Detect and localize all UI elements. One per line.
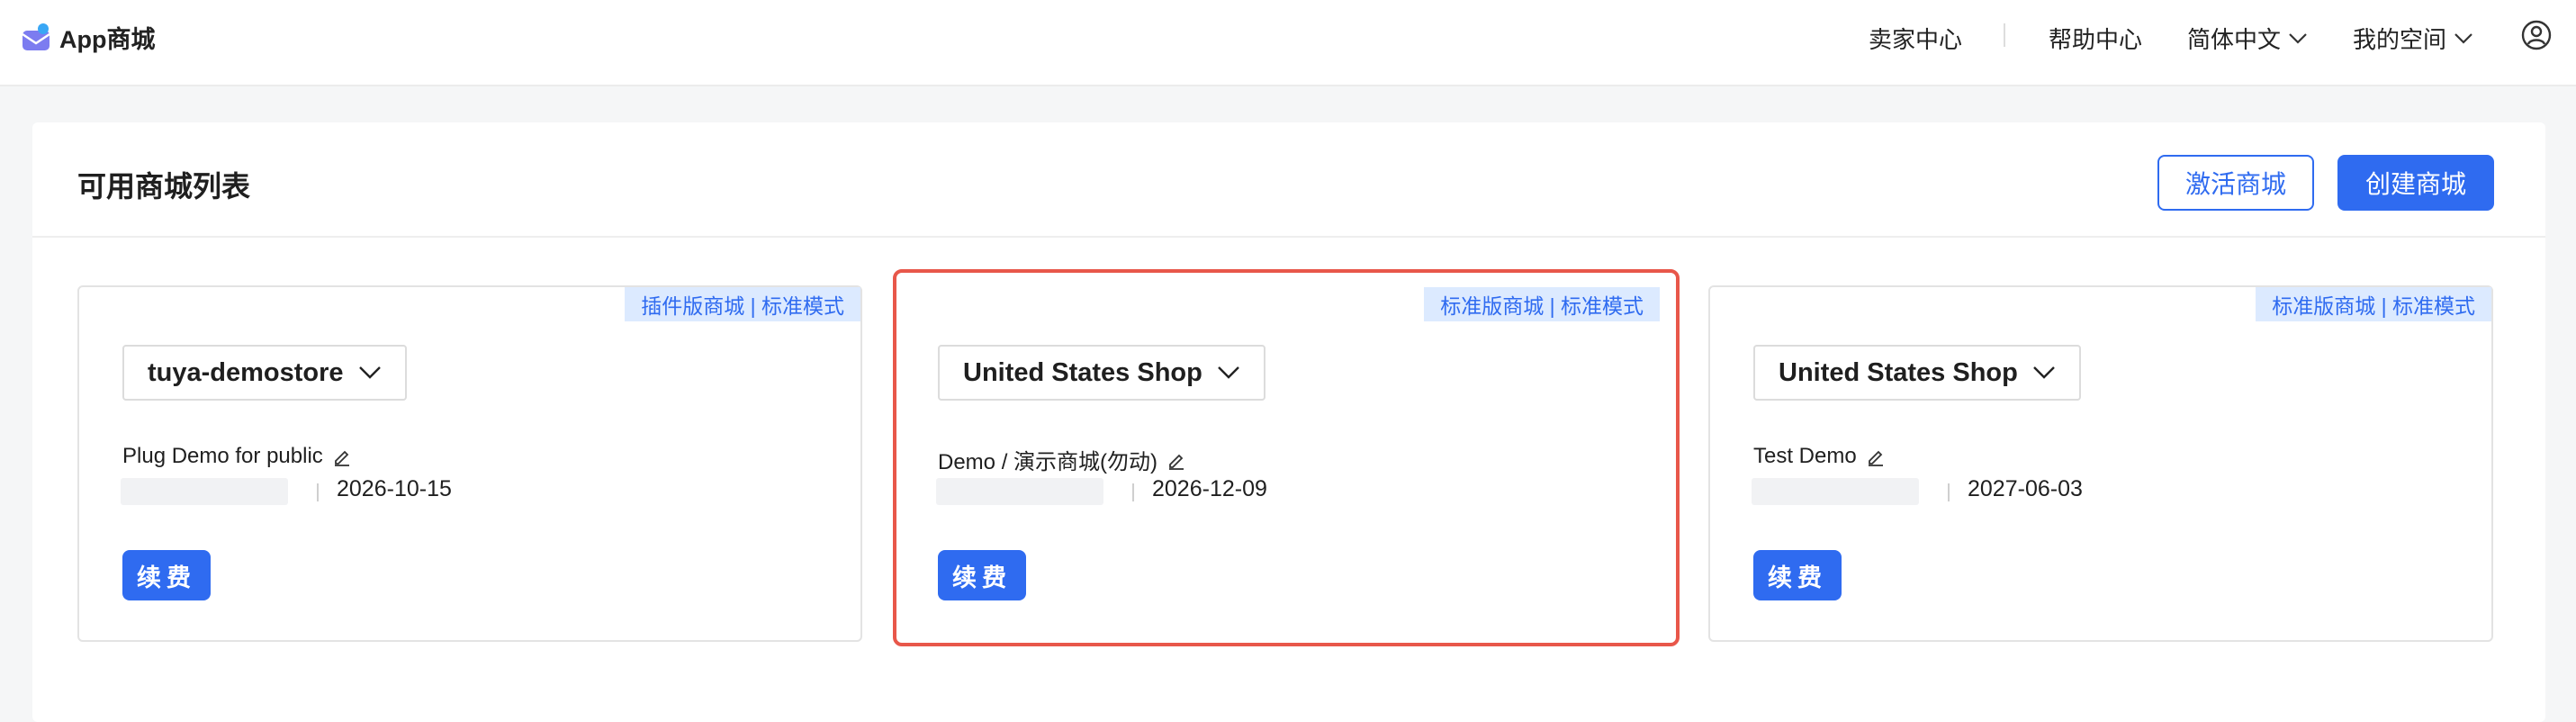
expiry-divider [317, 483, 319, 501]
store-description: Test Demo [1753, 444, 1886, 469]
expiry-date: 2027-06-03 [1968, 476, 2083, 501]
store-card-selected[interactable]: 标准版商城 | 标准模式 United States Shop Demo / 演… [893, 269, 1680, 646]
masked-store-id [1752, 478, 1919, 505]
masked-store-id [936, 478, 1103, 505]
chevron-down-icon [2033, 366, 2055, 379]
expiry-divider [1132, 483, 1134, 501]
store-description-text: Test Demo [1753, 444, 1857, 468]
store-description-text: Demo / 演示商城(勿动) [938, 450, 1158, 474]
store-description: Demo / 演示商城(勿动) [938, 444, 1186, 475]
store-selector[interactable]: tuya-demostore [122, 345, 407, 401]
store-card[interactable]: 标准版商城 | 标准模式 United States Shop Test Dem… [1708, 285, 2493, 642]
page-title: 可用商城列表 [77, 170, 251, 203]
renew-button[interactable]: 续费 [938, 550, 1026, 600]
chevron-down-icon [358, 366, 381, 379]
store-selector[interactable]: United States Shop [1753, 345, 2081, 401]
nav-help-center-label: 帮助中心 [2049, 26, 2143, 53]
chevron-down-icon [1218, 366, 1239, 379]
store-description-text: Plug Demo for public [122, 444, 323, 468]
store-type-tag: 标准版商城 | 标准模式 [2256, 287, 2491, 321]
expiry-date: 2026-10-15 [337, 476, 452, 501]
edit-pencil-icon[interactable] [1866, 447, 1886, 466]
language-selector[interactable]: 简体中文 [2187, 22, 2308, 55]
store-description: Plug Demo for public [122, 444, 352, 469]
store-card[interactable]: 插件版商城 | 标准模式 tuya-demostore Plug Demo fo… [77, 285, 862, 642]
nav-seller-center-label: 卖家中心 [1869, 26, 1963, 53]
chevron-down-icon [2454, 32, 2472, 44]
user-avatar-icon[interactable] [2521, 20, 2552, 50]
chevron-down-icon [2289, 32, 2307, 44]
store-name: tuya-demostore [148, 357, 344, 387]
nav-help-center[interactable]: 帮助中心 [2049, 22, 2142, 55]
edit-pencil-icon[interactable] [332, 447, 352, 466]
logo-text: App商城 [59, 26, 156, 53]
app-logo[interactable]: App商城 [20, 20, 155, 55]
store-list-panel: 可用商城列表 激活商城 创建商城 插件版商城 | 标准模式 tuya-demos… [32, 122, 2545, 722]
app-store-logo-icon [22, 23, 50, 50]
masked-store-id [121, 478, 288, 505]
renew-button[interactable]: 续费 [1753, 550, 1842, 600]
language-selector-label: 简体中文 [2187, 26, 2282, 53]
store-selector[interactable]: United States Shop [938, 345, 1265, 401]
store-name: United States Shop [1779, 357, 2018, 387]
expiry-divider [1948, 483, 1950, 501]
activate-store-button[interactable]: 激活商城 [2157, 155, 2314, 211]
nav-seller-center[interactable]: 卖家中心 [1869, 22, 1962, 55]
store-type-tag: 标准版商城 | 标准模式 [1424, 287, 1660, 321]
my-space-label: 我的空间 [2353, 26, 2447, 53]
store-name: United States Shop [963, 357, 1202, 387]
renew-button[interactable]: 续费 [122, 550, 211, 600]
panel-header: 可用商城列表 激活商城 创建商城 [32, 122, 2545, 238]
edit-pencil-icon[interactable] [1166, 450, 1186, 470]
nav-divider [2004, 23, 2005, 47]
expiry-date: 2026-12-09 [1152, 476, 1267, 501]
my-space-menu[interactable]: 我的空间 [2353, 22, 2473, 55]
create-store-button[interactable]: 创建商城 [2337, 155, 2494, 211]
store-type-tag: 插件版商城 | 标准模式 [625, 287, 860, 321]
